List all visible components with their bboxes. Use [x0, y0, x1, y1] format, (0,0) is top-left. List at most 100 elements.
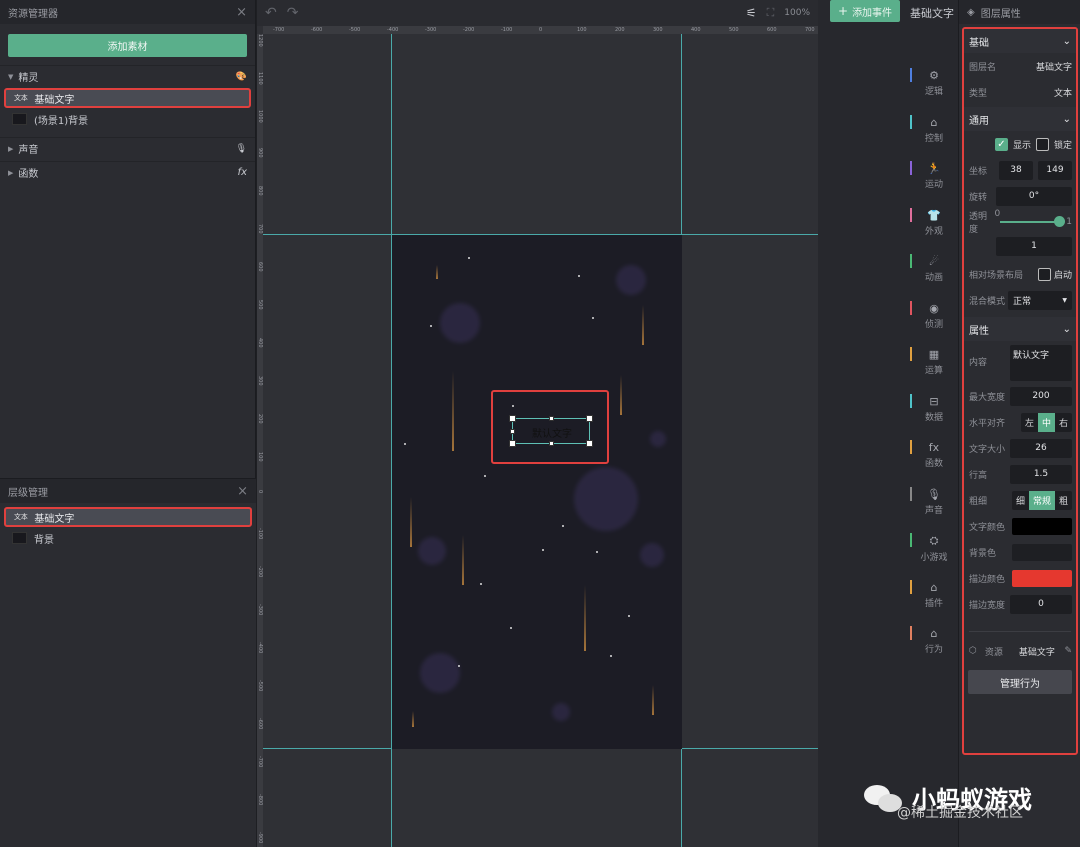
- close-icon[interactable]: ×: [237, 484, 248, 499]
- nav-label: 动画: [924, 273, 943, 284]
- nav-label: 声音: [924, 505, 943, 516]
- align-right-option[interactable]: 右: [1054, 412, 1072, 432]
- nav-item-animation[interactable]: ☄ 动画: [910, 246, 958, 293]
- resize-handle[interactable]: [510, 429, 515, 434]
- nav-item-logic[interactable]: ⚙ 逻辑: [910, 60, 958, 107]
- nav-item-control[interactable]: ⌂ 控制: [910, 107, 958, 154]
- edit-icon[interactable]: ✎: [1064, 646, 1072, 656]
- rotation-input[interactable]: 0°: [996, 186, 1072, 206]
- bg-color-swatch[interactable]: [1012, 543, 1072, 561]
- star: [596, 551, 598, 553]
- meteor: [642, 305, 644, 345]
- meteor: [652, 685, 654, 715]
- resize-handle[interactable]: [549, 416, 554, 421]
- caret-right-icon: ▶: [8, 168, 14, 177]
- add-asset-button[interactable]: 添加素材: [8, 34, 247, 57]
- plugin-icon: ⌂: [930, 580, 938, 594]
- lock-checkbox[interactable]: [1035, 137, 1049, 151]
- ruler-tick-label: 300: [257, 376, 263, 386]
- text-color-swatch[interactable]: [1012, 517, 1072, 535]
- function-icon: fx: [928, 441, 940, 455]
- group-sprites[interactable]: ▼ 精灵 🎨: [0, 65, 255, 87]
- slider-knob[interactable]: [1054, 216, 1066, 227]
- nav-item-appearance[interactable]: 👕 外观: [910, 200, 958, 247]
- adjust-icon[interactable]: ⚟: [746, 6, 757, 20]
- stroke-width-input[interactable]: 0: [1010, 594, 1072, 614]
- line-height-input[interactable]: 1.5: [1010, 464, 1072, 484]
- resize-handle[interactable]: [549, 441, 554, 446]
- blend-mode-select[interactable]: 正常 ▼: [1008, 290, 1072, 310]
- layer-item-basic-text[interactable]: 文本 基础文字: [4, 507, 252, 527]
- function-icon[interactable]: fx: [238, 167, 247, 178]
- max-width-row: 最大宽度 200: [964, 383, 1076, 409]
- redo-icon[interactable]: ↷: [287, 5, 299, 21]
- resize-handle[interactable]: [586, 415, 593, 422]
- nav-item-function[interactable]: fx 函数: [910, 432, 958, 479]
- app-root: 资源管理器 × 添加素材 ▼ 精灵 🎨 文本 基础文字 (场景1)背景 ▶ 声音 🎙…: [0, 0, 1080, 847]
- weight-thin-option[interactable]: 细: [1011, 490, 1029, 510]
- show-label: 显示: [1012, 140, 1031, 151]
- nav-item-motion[interactable]: 🏃 运动: [910, 153, 958, 200]
- sprite-item-basic-text[interactable]: 文本 基础文字: [4, 88, 251, 108]
- microphone-icon[interactable]: 🎙: [236, 144, 247, 154]
- current-object-label: 基础文字: [910, 7, 954, 20]
- nav-item-behavior[interactable]: ⌂ 行为: [910, 618, 958, 665]
- nav-item-data[interactable]: ⊟ 数据: [910, 386, 958, 433]
- resize-handle[interactable]: [509, 415, 516, 422]
- section-common[interactable]: 通用 ⌄: [964, 107, 1076, 131]
- content-textarea[interactable]: 默认文字: [1010, 345, 1072, 381]
- nebula: [616, 265, 646, 295]
- weight-bold-option[interactable]: 粗: [1054, 490, 1072, 510]
- section-basic[interactable]: 基础 ⌄: [964, 29, 1076, 53]
- align-left-option[interactable]: 左: [1020, 412, 1038, 432]
- show-checkbox[interactable]: ✓: [994, 137, 1008, 151]
- section-attributes[interactable]: 属性 ⌄: [964, 317, 1076, 341]
- resize-handle[interactable]: [509, 440, 516, 447]
- nav-item-minigame[interactable]: ⛭ 小游戏: [910, 525, 958, 572]
- close-icon[interactable]: ×: [236, 5, 247, 20]
- animation-icon: ☄: [929, 255, 939, 269]
- zoom-level[interactable]: 100%: [784, 8, 810, 18]
- text-object[interactable]: 默认文字: [509, 415, 593, 447]
- opacity-input[interactable]: 1: [996, 236, 1072, 256]
- add-event-button[interactable]: + 添加事件: [830, 0, 901, 22]
- cube-icon: ⬡: [969, 646, 977, 656]
- block-category-nav: ⚙ 逻辑 ⌂ 控制 🏃 运动 👕 外观 ☄ 动画 ◉ 侦测 ▦ 运算 ⊟ 数据 fx 函数 🎙 声音 ⛭ 小游戏 ⌂ 插件 ⌂ 行…: [910, 60, 958, 665]
- fit-screen-icon[interactable]: ⛶: [767, 6, 775, 20]
- y-input[interactable]: 149: [1038, 160, 1072, 180]
- group-sounds[interactable]: ▶ 声音 🎙: [0, 137, 255, 159]
- game-stage[interactable]: [392, 235, 682, 749]
- resize-handle[interactable]: [586, 440, 593, 447]
- content-row: 内容 默认文字: [964, 341, 1076, 383]
- weight-segmented[interactable]: 细 常规 粗: [1011, 490, 1072, 510]
- field-label: 文字颜色: [969, 522, 1006, 533]
- x-input[interactable]: 38: [999, 160, 1033, 180]
- nav-item-detect[interactable]: ◉ 侦测: [910, 293, 958, 340]
- max-width-input[interactable]: 200: [1010, 386, 1072, 406]
- nav-item-plugin[interactable]: ⌂ 插件: [910, 572, 958, 619]
- star: [458, 665, 460, 667]
- align-segmented[interactable]: 左 中 右: [1020, 412, 1072, 432]
- canvas-toolbar: ↶ ↷ ⚟ ⛶ 100%: [257, 0, 818, 26]
- stroke-color-swatch[interactable]: [1012, 569, 1072, 587]
- undo-icon[interactable]: ↶: [265, 5, 277, 21]
- field-label: 旋转: [969, 192, 988, 203]
- layer-name-value[interactable]: 基础文字: [1036, 60, 1072, 73]
- opacity-max: 1: [1066, 217, 1072, 227]
- palette-icon[interactable]: 🎨: [236, 72, 247, 82]
- nav-item-sound[interactable]: 🎙 声音: [910, 479, 958, 526]
- nav-item-calc[interactable]: ▦ 运算: [910, 339, 958, 386]
- align-center-option[interactable]: 中: [1037, 412, 1055, 432]
- canvas-area[interactable]: ↶ ↷ ⚟ ⛶ 100% -700 -600 -500 -400 -300 -200 -10…: [257, 0, 818, 847]
- layer-item-background[interactable]: 背景: [4, 528, 252, 548]
- relative-layout-checkbox[interactable]: [1037, 267, 1051, 281]
- manage-behavior-button[interactable]: 管理行为: [968, 670, 1072, 694]
- sprite-item-background[interactable]: (场景1)背景: [4, 109, 251, 129]
- weight-regular-option[interactable]: 常规: [1028, 490, 1055, 510]
- group-functions[interactable]: ▶ 函数 fx: [0, 161, 255, 183]
- asset-value: 基础文字: [1018, 647, 1055, 658]
- ruler-tick-label: -400: [387, 27, 399, 33]
- opacity-slider[interactable]: [1000, 216, 1066, 227]
- font-size-input[interactable]: 26: [1010, 438, 1072, 458]
- ruler-tick-label: -500: [257, 680, 263, 692]
